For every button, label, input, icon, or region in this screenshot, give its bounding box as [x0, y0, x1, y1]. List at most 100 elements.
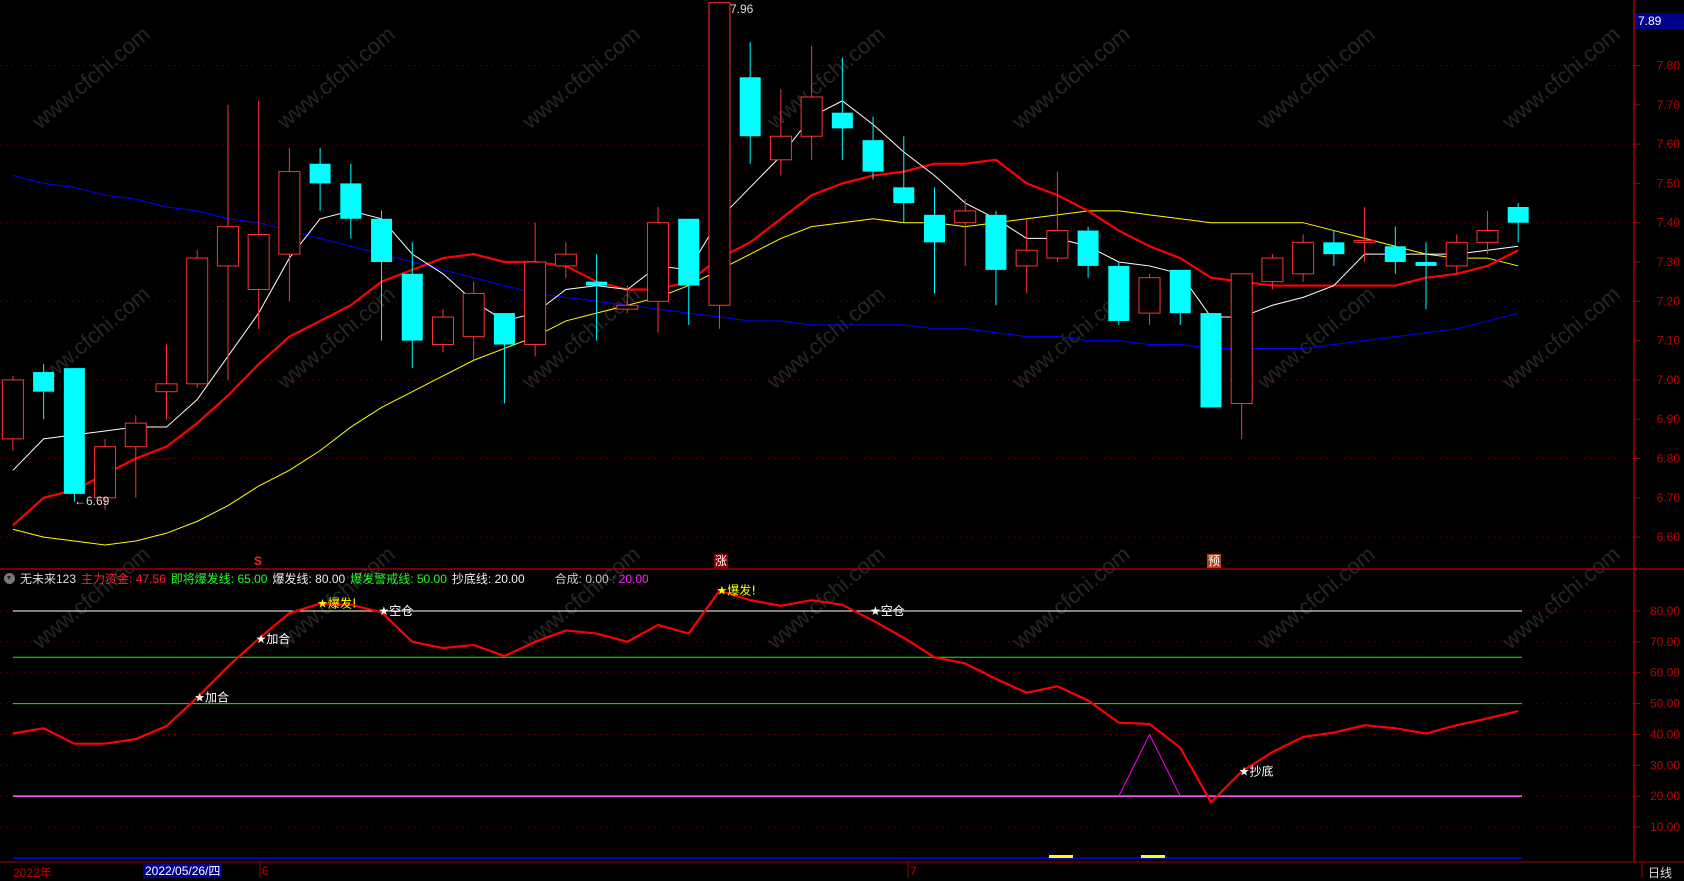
price-tick-label: 7.20: [1657, 294, 1681, 308]
price-tick-label: 6.90: [1657, 412, 1681, 426]
candle: [431, 309, 454, 353]
composite-label: 合成:: [554, 572, 582, 586]
signal-annotation: ★爆发!: [716, 583, 756, 598]
candle-body: [1230, 273, 1253, 404]
candle-body: [1015, 249, 1038, 267]
candle-body: [1353, 239, 1376, 243]
candle: [954, 199, 977, 266]
period-button[interactable]: 日线: [1648, 864, 1672, 881]
candle-body: [524, 261, 547, 346]
candle-body: [893, 187, 915, 204]
indicator-name[interactable]: 无未来123: [20, 570, 76, 587]
moving-averages: [12, 100, 1519, 546]
watermark-text: www.cfchi.com: [1251, 21, 1379, 134]
candle: [1292, 234, 1315, 282]
candle: [1108, 262, 1130, 325]
time-axis-ticks: [259, 862, 1643, 878]
candle: [462, 281, 485, 361]
watermark-text: www.cfchi.com: [1251, 281, 1379, 394]
candle-body: [155, 383, 178, 393]
watermark-text: www.cfchi.com: [1251, 541, 1379, 654]
candle-body: [985, 214, 1007, 270]
candle-body: [216, 226, 239, 267]
signal-annotation: ★空仓: [379, 604, 414, 618]
candle: [1138, 273, 1161, 325]
candle-body: [954, 210, 977, 224]
candle: [247, 100, 270, 329]
collapse-icon[interactable]: [4, 573, 15, 584]
candle: [1230, 273, 1253, 439]
indicator-tick-label: 50.00: [1650, 697, 1680, 711]
candle-body: [1169, 269, 1191, 314]
watermark-text: www.cfchi.com: [1496, 281, 1624, 394]
signal-forecast: 预: [1207, 554, 1222, 568]
signal-annotation: ★加合: [256, 631, 291, 646]
cursor-date: 2022/05/26/四: [143, 864, 223, 878]
signal-rise: 涨: [714, 554, 729, 568]
price-tick-label: 7.30: [1657, 255, 1681, 269]
candle: [1445, 234, 1468, 274]
candle: [1077, 226, 1099, 278]
near-burst-value: 65.00: [237, 572, 268, 586]
candle-body: [401, 273, 423, 341]
candle-body: [1323, 242, 1345, 255]
candle-body: [94, 446, 117, 499]
chart-canvas[interactable]: www.cfchi.com www.cfchi.com www.cfchi.com w…: [0, 0, 1684, 878]
candle: [708, 2, 731, 329]
volume-mark: [1141, 855, 1165, 858]
candle: [739, 41, 761, 164]
candle: [554, 242, 577, 278]
candle: [155, 344, 178, 420]
current-price-label: 7.89: [1635, 13, 1684, 29]
price-tick-label: 6.60: [1657, 530, 1681, 544]
candle: [340, 163, 362, 239]
candle-body: [554, 253, 577, 267]
candle-body: [800, 96, 823, 137]
candle-body: [371, 218, 393, 262]
main-fund-label: 主力资金:: [81, 572, 133, 586]
candle: [186, 250, 209, 388]
warn-label: 爆发警戒线:: [350, 572, 414, 586]
watermark-text: www.cfchi.com: [1496, 21, 1624, 134]
warn-value: 50.00: [416, 572, 447, 586]
candle-body: [1108, 265, 1130, 321]
candle: [800, 45, 823, 160]
indicator-tick-label: 70.00: [1650, 635, 1680, 649]
candle-body: [309, 163, 331, 184]
candle: [309, 148, 331, 211]
candle-body: [1507, 206, 1529, 223]
high-price-label: 7.96: [730, 2, 754, 16]
main-fund-value: 47.56: [135, 572, 166, 586]
month-7-label: 7: [910, 864, 917, 878]
candle-body: [769, 135, 792, 161]
candle-body: [278, 171, 301, 255]
candle: [63, 368, 85, 502]
price-axis: 7.80 7.70 7.60 7.50 7.40 7.30 7.20 7.10 7.00 6.90…: [1634, 59, 1681, 544]
candle-body: [247, 233, 270, 291]
candle: [1169, 269, 1191, 325]
candle-body: [1415, 262, 1437, 266]
indicator-header: 无未来123 主力资金: 47.56 即将爆发线: 65.00 爆发线: 80.…: [4, 570, 654, 587]
candle-body: [1292, 241, 1315, 275]
candle-body: [862, 140, 884, 172]
candle: [1200, 313, 1222, 408]
candle: [985, 210, 1007, 306]
candle-body: [1384, 246, 1406, 262]
candle: [647, 206, 670, 333]
candle-body: [1, 379, 24, 440]
candle: [1507, 203, 1529, 243]
candle-body: [1445, 241, 1468, 267]
price-tick-label: 7.70: [1657, 98, 1681, 112]
candle-body: [1138, 277, 1161, 314]
indicator-tick-label: 80.00: [1650, 604, 1680, 618]
watermark-text: www.cfchi.com: [1006, 21, 1134, 134]
signal-s: S: [254, 554, 263, 568]
watermark-text: www.cfchi.com: [516, 21, 644, 134]
candle-body: [1476, 230, 1499, 243]
candle-body: [616, 304, 639, 310]
candle: [401, 242, 423, 369]
year-label: 2022年: [13, 866, 52, 880]
indicator-tick-label: 40.00: [1650, 727, 1680, 741]
burst-label: 爆发线:: [272, 572, 312, 586]
signal-annotation: ★爆发!: [317, 596, 357, 611]
